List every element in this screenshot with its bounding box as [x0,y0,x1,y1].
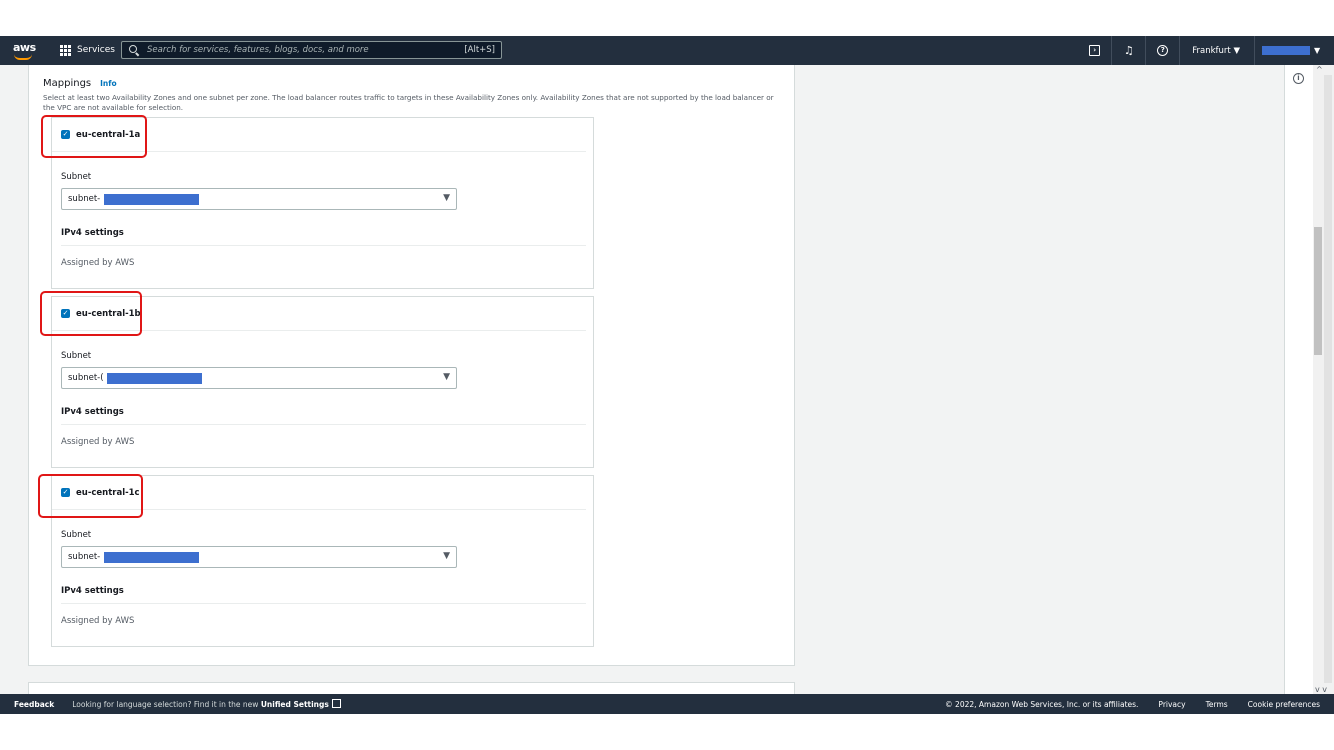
checkbox-checked-icon[interactable]: ✓ [61,488,70,497]
subnet-label: Subnet [61,530,92,540]
mappings-description: Select at least two Availability Zones a… [43,93,774,112]
network-mapping-panel: Mappings Info Select at least two Availa… [28,65,795,666]
search-input[interactable] [145,44,465,56]
subnet-select[interactable]: subnet- ▼ [61,546,457,568]
search-shortcut: [Alt+S] [464,45,495,55]
scroll-track[interactable] [1324,75,1332,683]
divider [61,603,586,604]
caret-down-icon: ▼ [443,372,450,382]
services-button[interactable]: Services [56,40,119,60]
redacted-subnet-id [107,373,202,384]
mappings-header: Mappings Info [43,78,117,89]
feedback-link[interactable]: Feedback [14,700,54,709]
divider [61,424,586,425]
subnet-value: subnet-( [68,373,104,383]
scroll-down-icon[interactable]: v v [1315,685,1327,694]
help-button[interactable]: ? [1146,36,1181,65]
zone-name[interactable]: eu-central-1a [76,130,140,140]
info-link[interactable]: Info [100,79,117,88]
checkbox-checked-icon[interactable]: ✓ [61,309,70,318]
aws-logo-text: aws [13,41,36,54]
chevron-down-icon: ▼ [1314,46,1321,55]
subnet-label: Subnet [61,172,92,182]
zone-header: ✓ eu-central-1c [52,476,586,510]
aws-logo[interactable]: aws [12,41,38,60]
footer: Feedback Looking for language selection?… [0,694,1334,714]
services-label: Services [77,45,115,55]
scroll-up-icon[interactable]: ^ [1316,65,1323,74]
zone-header: ✓ eu-central-1a [52,118,586,152]
subnet-select[interactable]: subnet-( ▼ [61,367,457,389]
cloudshell-icon: › [1089,45,1101,56]
unified-settings-link[interactable]: Unified Settings [261,700,329,709]
region-label: Frankfurt [1192,45,1231,56]
ipv4-assigned-value: Assigned by AWS [61,437,135,447]
notifications-button[interactable]: ♫ [1112,36,1147,65]
scrollbar[interactable]: ^ v v [1313,65,1334,694]
caret-down-icon: ▼ [443,193,450,203]
redacted-subnet-id [104,194,199,205]
footer-links: © 2022, Amazon Web Services, Inc. or its… [945,694,1320,714]
search-icon [129,45,139,55]
zone-name[interactable]: eu-central-1b [76,309,141,319]
zone-eu-central-1c: ✓ eu-central-1c Subnet subnet- ▼ IPv4 se… [51,475,594,647]
cookie-preferences-link[interactable]: Cookie preferences [1248,700,1320,709]
ipv4-settings-title: IPv4 settings [61,586,124,596]
help-panel: i [1284,65,1313,694]
help-icon: ? [1157,45,1169,56]
redacted-subnet-id [104,552,199,563]
redacted-account-name [1262,46,1310,55]
zone-name[interactable]: eu-central-1c [76,488,140,498]
divider [61,245,586,246]
next-panel [28,682,795,694]
search-box[interactable]: [Alt+S] [121,41,502,59]
subnet-select[interactable]: subnet- ▼ [61,188,457,210]
subnet-value: subnet- [68,552,101,562]
privacy-link[interactable]: Privacy [1158,700,1185,709]
nav-right-group: › ♫ ? Frankfurt ▼ ▼ [1078,36,1334,65]
scroll-thumb[interactable] [1314,227,1322,355]
subnet-label: Subnet [61,351,92,361]
external-link-icon [331,699,341,708]
subnet-value: subnet- [68,194,101,204]
zone-eu-central-1a: ✓ eu-central-1a Subnet subnet- ▼ IPv4 se… [51,117,594,289]
zone-header: ✓ eu-central-1b [52,297,586,331]
language-note-text: Looking for language selection? Find it … [72,700,259,709]
ipv4-settings-title: IPv4 settings [61,228,124,238]
zone-eu-central-1b: ✓ eu-central-1b Subnet subnet-( ▼ IPv4 s… [51,296,594,468]
mappings-title: Mappings [43,78,92,89]
region-selector[interactable]: Frankfurt ▼ [1180,36,1255,65]
copyright-text: © 2022, Amazon Web Services, Inc. or its… [945,699,1139,709]
ipv4-assigned-value: Assigned by AWS [61,616,135,626]
account-menu[interactable]: ▼ [1255,46,1334,55]
bell-icon: ♫ [1123,44,1134,57]
language-note: Looking for language selection? Find it … [72,699,341,709]
aws-smile-icon [14,54,32,60]
terms-link[interactable]: Terms [1206,700,1228,709]
chevron-down-icon: ▼ [1233,45,1240,56]
top-navigation: aws Services [Alt+S] › ♫ ? Frankfurt ▼ ▼ [0,36,1334,65]
checkbox-checked-icon[interactable]: ✓ [61,130,70,139]
caret-down-icon: ▼ [443,551,450,561]
main-content: Mappings Info Select at least two Availa… [0,65,1334,694]
info-circle-icon[interactable]: i [1293,73,1304,84]
cloudshell-button[interactable]: › [1078,36,1113,65]
grid-icon [60,44,71,56]
ipv4-settings-title: IPv4 settings [61,407,124,417]
ipv4-assigned-value: Assigned by AWS [61,258,135,268]
